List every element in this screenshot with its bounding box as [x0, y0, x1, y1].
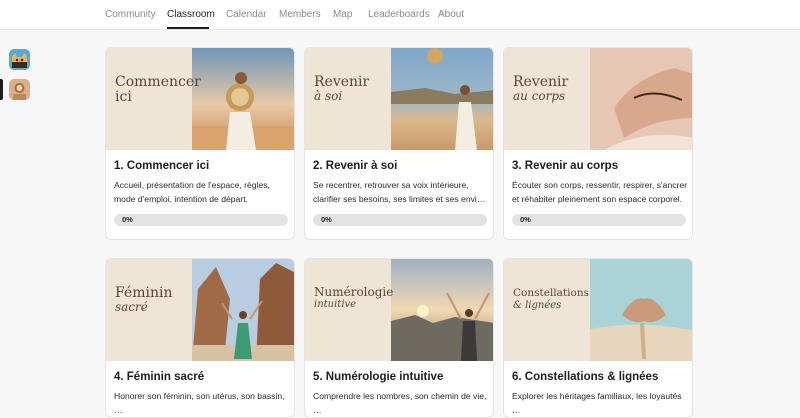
tab-about[interactable]: About: [438, 9, 464, 20]
active-tab-underline: [167, 27, 209, 29]
tab-members[interactable]: Members: [279, 9, 321, 20]
course-description: Honorer son féminin, son utérus, son bas…: [114, 391, 285, 415]
course-title: 2. Revenir à soi: [313, 160, 398, 172]
cover-heading: Féminin: [115, 285, 173, 301]
community-rail: [0, 30, 40, 403]
cover-subheading: ici: [115, 89, 132, 105]
course-description: Comprendre les nombres, son chemin de vi…: [313, 391, 487, 415]
cover-subheading: sacré: [115, 300, 148, 314]
course-title: 3. Revenir au corps: [512, 160, 619, 172]
course-description: Écouter son corps, ressentir, respirer, …: [512, 180, 688, 204]
progress-label: 0%: [321, 215, 332, 224]
course-cover: Constellations & lignées: [504, 259, 692, 361]
cover-subheading: à soi: [314, 89, 343, 103]
cover-heading: Commencer: [115, 74, 201, 90]
course-card[interactable]: Féminin sacré 4. Féminin sacré Honorer s…: [105, 258, 295, 418]
top-nav: Community Classroom Calendar Members Map…: [0, 0, 800, 30]
course-cover: Revenir au corps: [504, 48, 692, 150]
course-title: 6. Constellations & lignées: [512, 371, 659, 383]
cat-avatar-icon[interactable]: [9, 49, 30, 70]
tab-map[interactable]: Map: [333, 9, 352, 20]
tab-community[interactable]: Community: [105, 9, 156, 20]
course-description: Explorer les héritages familiaux, les lo…: [512, 391, 682, 415]
svg-text:· · ·: · · ·: [116, 57, 121, 61]
progress-bar: 0%: [114, 214, 288, 226]
tab-calendar[interactable]: Calendar: [226, 9, 267, 20]
cover-heading: Numérologie: [314, 285, 394, 299]
course-description: Accueil, présentation de l'espace, règle…: [114, 180, 270, 204]
course-title: 5. Numérologie intuitive: [313, 371, 444, 383]
course-cover: · · · Commencer ici: [106, 48, 294, 150]
cover-heading: Revenir: [513, 74, 569, 90]
course-cover: Féminin sacré: [106, 259, 294, 361]
tab-classroom[interactable]: Classroom: [167, 9, 215, 20]
course-card[interactable]: Revenir au corps 3. Revenir au corps Éco…: [503, 47, 693, 240]
cover-subheading: & lignées: [513, 300, 562, 311]
progress-bar: 0%: [512, 214, 686, 226]
course-cover: Numérologie intuitive: [305, 259, 493, 361]
course-card[interactable]: · · · Commencer ici 1. Commencer ici Acc…: [105, 47, 295, 240]
cover-subheading: intuitive: [314, 299, 357, 310]
course-card[interactable]: Revenir à soi 2. Revenir à soi Se recent…: [304, 47, 494, 240]
course-cover: Revenir à soi: [305, 48, 493, 150]
cover-subheading: au corps: [513, 89, 566, 103]
photo-avatar-icon[interactable]: [9, 79, 30, 100]
course-card[interactable]: Numérologie intuitive 5. Numérologie int…: [304, 258, 494, 418]
course-title: 1. Commencer ici: [114, 160, 210, 172]
cover-heading: Constellations: [513, 287, 589, 299]
tab-leaderboards[interactable]: Leaderboards: [368, 9, 430, 20]
selected-community-marker: [0, 79, 3, 100]
course-card[interactable]: Constellations & lignées 6. Constellatio…: [503, 258, 693, 418]
progress-bar: 0%: [313, 214, 487, 226]
cover-heading: Revenir: [314, 74, 370, 90]
progress-label: 0%: [122, 215, 133, 224]
course-title: 4. Féminin sacré: [114, 371, 205, 383]
progress-label: 0%: [520, 215, 531, 224]
course-description: Se recentrer, retrouver sa voix intérieu…: [313, 180, 486, 204]
